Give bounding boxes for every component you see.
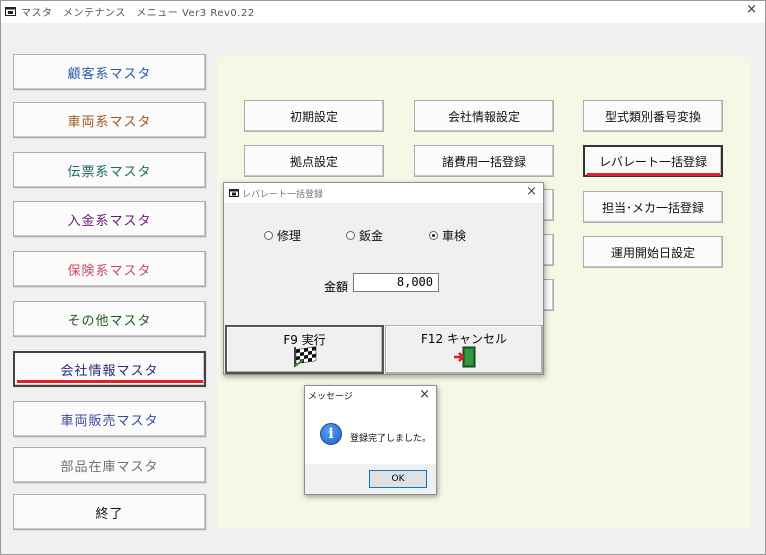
staff-mechanic-bulk-button[interactable]: 担当･メカ一括登録	[583, 191, 723, 223]
menu-button-other-master[interactable]: その他マスタ	[13, 301, 206, 337]
button-label: 担当･メカ一括登録	[601, 200, 704, 215]
button-label: 拠点設定	[289, 154, 338, 169]
dialog-title: レバレート一括登録	[242, 190, 324, 200]
app-icon	[5, 7, 16, 16]
close-icon[interactable]: ×	[419, 387, 430, 402]
button-label: レバレート一括登録	[598, 154, 707, 169]
menu-button-label: 車両販売マスタ	[60, 413, 159, 429]
company-info-settings-button[interactable]: 会社情報設定	[414, 100, 554, 132]
title-bar: マスタ メンテナンス メニュー Ver3 Rev0.22 ×	[1, 1, 765, 23]
radio-label: 車検	[442, 229, 467, 243]
dialog-title-bar: レバレート一括登録 ×	[224, 183, 543, 203]
button-label: 型式類別番号変換	[604, 109, 701, 124]
menu-button-label: 車両系マスタ	[67, 114, 152, 130]
exit-button[interactable]: 終了	[13, 494, 206, 530]
menu-button-label: 顧客系マスタ	[67, 66, 152, 82]
message-text: 登録完了しました。	[350, 434, 432, 444]
start-date-settings-button[interactable]: 運用開始日設定	[583, 236, 723, 268]
button-label: 諸費用一括登録	[441, 154, 526, 169]
radio-repair[interactable]: 修理	[264, 227, 301, 244]
execute-button[interactable]: F9 実行	[225, 325, 384, 374]
selection-underline	[587, 173, 720, 176]
menu-button-customer-master[interactable]: 顧客系マスタ	[13, 54, 206, 90]
menu-button-label: その他マスタ	[67, 313, 152, 329]
close-icon[interactable]: ×	[526, 184, 537, 199]
menu-button-slip-master[interactable]: 伝票系マスタ	[13, 152, 206, 188]
radio-label: 修理	[277, 229, 302, 243]
menu-button-label: 保険系マスタ	[67, 263, 152, 279]
info-icon: i	[320, 423, 342, 445]
amount-label: 金額	[324, 280, 349, 294]
branch-settings-button[interactable]: 拠点設定	[244, 145, 384, 177]
checkered-flag-icon	[294, 346, 317, 367]
radio-label: 鈑金	[359, 229, 384, 243]
button-label: 会社情報設定	[447, 109, 520, 124]
message-box: メッセージ × i 登録完了しました。 OK	[304, 385, 437, 495]
radio-icon	[264, 231, 273, 240]
menu-button-insurance-master[interactable]: 保険系マスタ	[13, 251, 206, 287]
menu-button-label: 会社情報マスタ	[60, 363, 159, 379]
app-icon	[229, 189, 239, 197]
exit-door-icon	[454, 346, 476, 368]
amount-input[interactable]: 8,000	[353, 273, 439, 292]
cancel-button[interactable]: F12 キャンセル	[385, 325, 543, 374]
radio-selected-icon	[429, 231, 438, 240]
menu-button-vehicle-master[interactable]: 車両系マスタ	[13, 102, 206, 138]
menu-button-label: 伝票系マスタ	[67, 164, 152, 180]
menu-button-label: 終了	[95, 506, 124, 522]
message-title: メッセージ	[308, 392, 353, 402]
menu-button-vehicle-sales-master[interactable]: 車両販売マスタ	[13, 401, 206, 437]
misc-expense-bulk-button[interactable]: 諸費用一括登録	[414, 145, 554, 177]
radio-icon	[346, 231, 355, 240]
button-label: 運用開始日設定	[610, 245, 695, 260]
initial-settings-button[interactable]: 初期設定	[244, 100, 384, 132]
labor-rate-dialog: レバレート一括登録 × 修理 鈑金 車検 金額 8,000 F9 実行 F12 …	[223, 182, 544, 375]
button-label: 初期設定	[289, 109, 338, 124]
selection-underline	[17, 380, 203, 383]
ok-button[interactable]: OK	[369, 470, 427, 488]
ok-label: OK	[391, 474, 405, 484]
menu-button-parts-stock-master[interactable]: 部品在庫マスタ	[13, 447, 206, 483]
radio-inspection[interactable]: 車検	[429, 227, 466, 244]
model-code-convert-button[interactable]: 型式類別番号変換	[583, 100, 723, 132]
menu-button-label: 入金系マスタ	[67, 213, 152, 229]
menu-button-label: 部品在庫マスタ	[60, 459, 159, 475]
window-title: マスタ メンテナンス メニュー Ver3 Rev0.22	[21, 8, 255, 19]
close-icon[interactable]: ×	[746, 2, 757, 17]
radio-sheet-metal[interactable]: 鈑金	[346, 227, 383, 244]
main-window: マスタ メンテナンス メニュー Ver3 Rev0.22 × 顧客系マスタ 車両…	[0, 0, 766, 555]
menu-button-payment-master[interactable]: 入金系マスタ	[13, 201, 206, 237]
